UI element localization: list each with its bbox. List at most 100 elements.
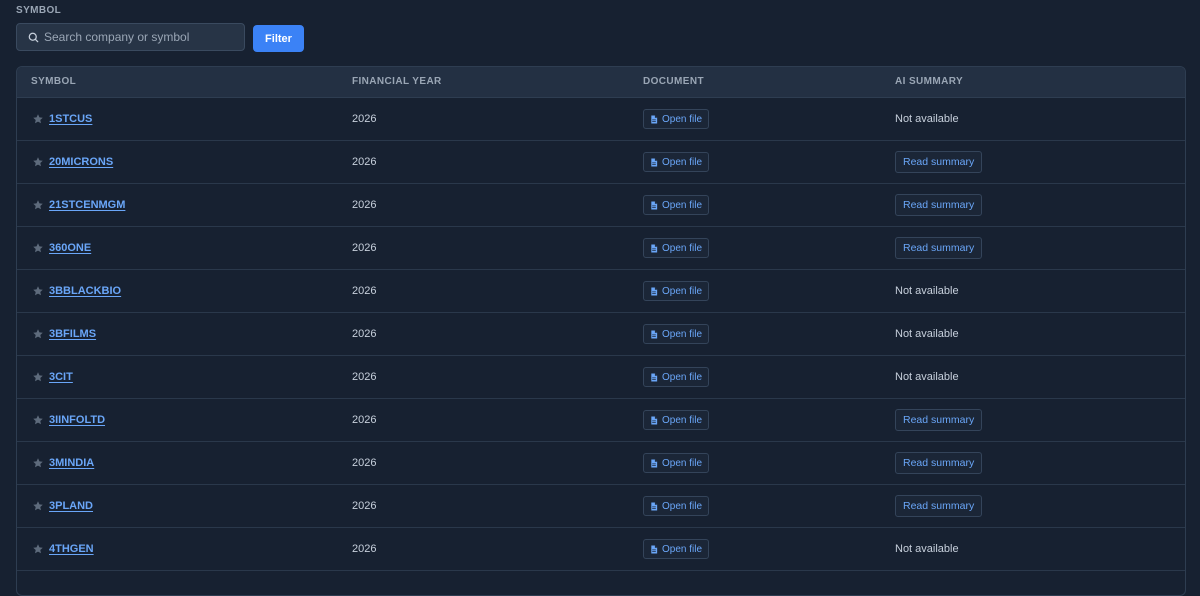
symbol-link[interactable]: 4THGEN: [49, 543, 94, 555]
star-icon[interactable]: [31, 500, 44, 513]
year-cell: 2026: [352, 399, 376, 441]
file-icon: [650, 157, 658, 167]
summary-cell: Not available: [895, 313, 959, 355]
financial-year: 2026: [352, 457, 377, 469]
file-icon: [650, 372, 658, 382]
symbol-link[interactable]: 360ONE: [49, 242, 91, 254]
financial-year: 2026: [352, 371, 377, 383]
read-summary-button[interactable]: Read summary: [895, 409, 983, 431]
star-icon[interactable]: [31, 543, 44, 556]
symbol-cell: 3MINDIA: [31, 442, 94, 484]
symbol-link[interactable]: 3MINDIA: [49, 457, 94, 469]
symbol-link[interactable]: 3IINFOLTD: [49, 414, 105, 426]
open-file-label: Open file: [662, 500, 703, 512]
year-cell: 2026: [352, 442, 376, 484]
read-summary-button[interactable]: Read summary: [895, 237, 983, 259]
read-summary-button[interactable]: Read summary: [895, 194, 983, 216]
open-file-button[interactable]: Open file: [643, 152, 710, 172]
year-cell: 2026: [352, 313, 376, 355]
table-row: 360ONE 2026 Open file Read summary: [17, 227, 1185, 270]
open-file-button[interactable]: Open file: [643, 281, 710, 301]
table-row: 3CIT 2026 Open file Not available: [17, 356, 1185, 399]
open-file-button[interactable]: Open file: [643, 324, 710, 344]
open-file-button[interactable]: Open file: [643, 539, 710, 559]
summary-cell: Not available: [895, 98, 959, 140]
summary-cell: Not available: [895, 528, 959, 570]
file-icon: [650, 243, 658, 253]
header-document[interactable]: DOCUMENT: [643, 67, 704, 97]
year-cell: 2026: [352, 98, 376, 140]
summary-cell: Read summary: [895, 399, 983, 441]
open-file-label: Open file: [662, 543, 703, 555]
header-financial-year[interactable]: FINANCIAL YEAR: [352, 67, 442, 97]
financial-year: 2026: [352, 199, 377, 211]
star-icon[interactable]: [31, 371, 44, 384]
symbol-link[interactable]: 3PLAND: [49, 500, 93, 512]
filter-label: SYMBOL: [16, 5, 62, 16]
star-icon[interactable]: [31, 414, 44, 427]
summary-cell: Read summary: [895, 442, 983, 484]
search-box[interactable]: [16, 23, 245, 51]
table-row: 21STCENMGM 2026 Open file Read summary: [17, 184, 1185, 227]
symbol-cell: 3BFILMS: [31, 313, 96, 355]
star-icon[interactable]: [31, 328, 44, 341]
year-cell: 2026: [352, 270, 376, 312]
header-symbol[interactable]: SYMBOL: [31, 67, 76, 97]
summary-cell: Read summary: [895, 227, 983, 269]
year-cell: 2026: [352, 356, 376, 398]
symbol-cell: 21STCENMGM: [31, 184, 125, 226]
open-file-button[interactable]: Open file: [643, 109, 710, 129]
table-body: 1STCUS 2026 Open file Not available 20MI…: [17, 98, 1185, 571]
table-row: 20MICRONS 2026 Open file Read summary: [17, 141, 1185, 184]
open-file-label: Open file: [662, 242, 703, 254]
document-cell: Open file: [643, 141, 710, 183]
not-available-text: Not available: [895, 371, 959, 383]
read-summary-button[interactable]: Read summary: [895, 452, 983, 474]
financial-year: 2026: [352, 543, 377, 555]
star-icon[interactable]: [31, 156, 44, 169]
document-cell: Open file: [643, 270, 710, 312]
table-row: 3BFILMS 2026 Open file Not available: [17, 313, 1185, 356]
file-icon: [650, 544, 658, 554]
open-file-button[interactable]: Open file: [643, 238, 710, 258]
read-summary-button[interactable]: Read summary: [895, 151, 983, 173]
open-file-button[interactable]: Open file: [643, 410, 710, 430]
open-file-label: Open file: [662, 371, 703, 383]
file-icon: [650, 415, 658, 425]
symbol-cell: 3CIT: [31, 356, 73, 398]
year-cell: 2026: [352, 528, 376, 570]
year-cell: 2026: [352, 227, 376, 269]
star-icon[interactable]: [31, 285, 44, 298]
document-cell: Open file: [643, 313, 710, 355]
filter-button[interactable]: Filter: [253, 25, 304, 52]
star-icon[interactable]: [31, 199, 44, 212]
open-file-button[interactable]: Open file: [643, 496, 710, 516]
file-icon: [650, 458, 658, 468]
open-file-button[interactable]: Open file: [643, 453, 710, 473]
year-cell: 2026: [352, 141, 376, 183]
file-icon: [650, 329, 658, 339]
open-file-button[interactable]: Open file: [643, 195, 710, 215]
header-ai-summary[interactable]: AI SUMMARY: [895, 67, 963, 97]
star-icon[interactable]: [31, 242, 44, 255]
symbol-link[interactable]: 3CIT: [49, 371, 73, 383]
summary-cell: Not available: [895, 270, 959, 312]
symbol-link[interactable]: 20MICRONS: [49, 156, 113, 168]
open-file-label: Open file: [662, 113, 703, 125]
search-input[interactable]: [44, 24, 244, 50]
open-file-button[interactable]: Open file: [643, 367, 710, 387]
symbol-link[interactable]: 3BBLACKBIO: [49, 285, 121, 297]
document-cell: Open file: [643, 227, 710, 269]
symbol-link[interactable]: 1STCUS: [49, 113, 92, 125]
symbol-link[interactable]: 3BFILMS: [49, 328, 96, 340]
symbol-cell: 3IINFOLTD: [31, 399, 105, 441]
star-icon[interactable]: [31, 113, 44, 126]
summary-cell: Read summary: [895, 184, 983, 226]
read-summary-button[interactable]: Read summary: [895, 495, 983, 517]
symbol-cell: 1STCUS: [31, 98, 92, 140]
symbol-link[interactable]: 21STCENMGM: [49, 199, 125, 211]
file-icon: [650, 114, 658, 124]
open-file-label: Open file: [662, 328, 703, 340]
document-cell: Open file: [643, 528, 710, 570]
star-icon[interactable]: [31, 457, 44, 470]
